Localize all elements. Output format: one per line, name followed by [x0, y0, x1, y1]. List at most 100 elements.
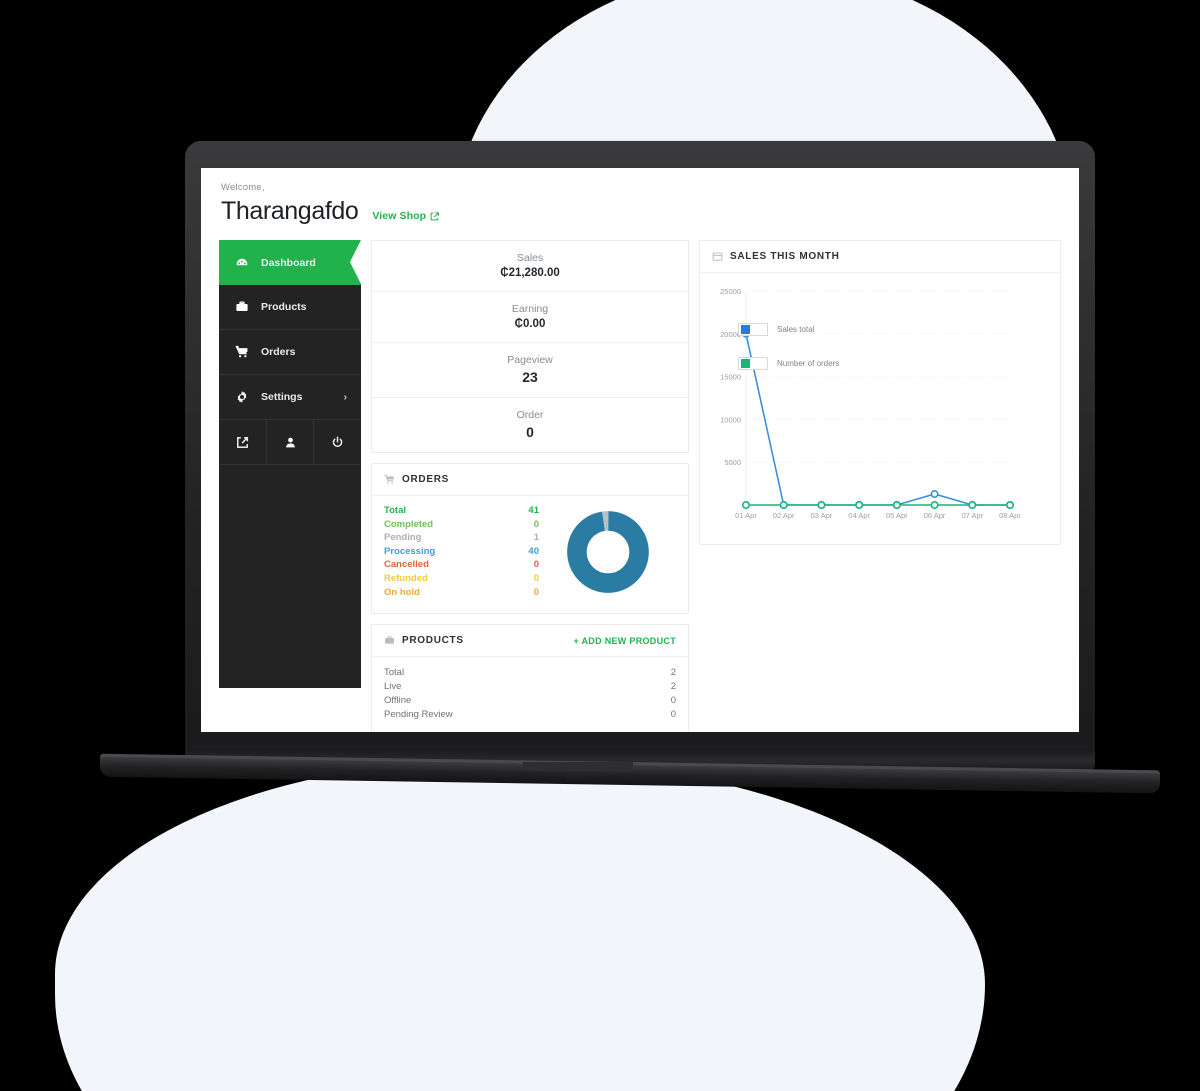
stat-label: Sales — [516, 252, 544, 264]
product-status-row: Pending Review 0 — [372, 708, 688, 722]
order-status-label: Total — [384, 505, 406, 516]
sidebar-item-dashboard[interactable]: Dashboard — [219, 240, 361, 285]
order-status-row: On hold 0 — [384, 586, 539, 600]
product-status-label: Total — [384, 667, 405, 679]
sidebar-item-label: Settings — [261, 391, 303, 403]
cart-icon — [384, 474, 395, 485]
sidebar-item-label: Products — [261, 301, 307, 313]
sidebar-item-orders[interactable]: Orders — [219, 330, 361, 375]
x-axis-tick-label: 04 Apr — [848, 511, 870, 520]
sidebar-item-label: Orders — [261, 346, 296, 358]
screenshot-stage: Welcome, Tharangafdo View Shop Dashboard… — [0, 0, 1200, 1091]
chart-data-point[interactable] — [741, 501, 750, 510]
order-status-label: Pending — [384, 532, 422, 544]
legend-color-swatch — [741, 359, 750, 368]
x-axis-tick-label: 02 Apr — [773, 511, 795, 520]
order-status-row: Cancelled 0 — [384, 558, 539, 572]
stat-order: Order 0 — [372, 398, 688, 452]
order-status-count: 40 — [528, 545, 539, 557]
chart-data-point[interactable] — [930, 490, 939, 499]
sidebar-item-products[interactable]: Products — [219, 285, 361, 330]
stat-value: 23 — [522, 369, 538, 385]
add-new-product-button[interactable]: + ADD NEW PRODUCT — [573, 636, 676, 646]
view-shop-link[interactable]: View Shop — [372, 210, 440, 222]
stat-sales: Sales ₵21,280.00 — [372, 241, 688, 292]
order-status-count: 41 — [528, 505, 539, 516]
stat-label: Pageview — [507, 354, 553, 366]
chart-data-point[interactable] — [817, 501, 826, 510]
chart-data-point[interactable] — [779, 501, 788, 510]
x-axis-tick-label: 05 Apr — [886, 511, 908, 520]
sales-line-chart: 5000 10000 15000 20000 25000 01 Apr 02 Apr 03 A… — [700, 273, 1060, 544]
sidebar: Dashboard Products Orders Settings › — [219, 240, 361, 688]
order-status-row: Refunded 0 — [384, 572, 539, 586]
stat-label: Earning — [511, 303, 549, 315]
product-status-count: 0 — [670, 709, 676, 721]
product-status-row: Live 2 — [372, 680, 688, 694]
page-title: Tharangafdo — [221, 197, 359, 225]
order-status-row: Processing 40 — [384, 545, 539, 559]
product-status-label: Pending Review — [384, 709, 453, 721]
user-icon[interactable] — [267, 420, 315, 464]
stat-value: 0 — [526, 424, 534, 440]
orders-card-header: ORDERS — [372, 464, 688, 496]
order-status-row: Pending 1 — [384, 531, 539, 545]
laptop-mockup: Welcome, Tharangafdo View Shop Dashboard… — [0, 0, 1200, 1091]
legend-label: Sales total — [777, 325, 815, 334]
y-axis-tick-label: 5000 — [724, 458, 741, 467]
x-axis-tick-label: 06 Apr — [924, 511, 946, 520]
x-axis-tick-label: 03 Apr — [811, 511, 833, 520]
external-link-icon[interactable] — [219, 420, 267, 464]
legend-swatch-box — [738, 323, 768, 336]
laptop-base-notch — [523, 762, 633, 771]
right-column: SALES THIS MONTH 5000 10000 15000 20000 2500… — [699, 240, 1061, 732]
gear-icon — [235, 390, 249, 404]
brand-row: Tharangafdo View Shop — [221, 197, 1061, 226]
dashboard-page: Welcome, Tharangafdo View Shop Dashboard… — [201, 168, 1079, 732]
chart-data-point[interactable] — [968, 501, 977, 510]
product-status-count: 2 — [670, 681, 676, 693]
stat-value: ₵21,280.00 — [500, 267, 560, 279]
product-status-row: Total 2 — [372, 666, 688, 680]
sales-chart-card: SALES THIS MONTH 5000 10000 15000 20000 2500… — [699, 240, 1061, 545]
orders-card: ORDERS Total 41 Completed 0 Pending 1 Processi… — [371, 463, 689, 615]
product-status-label: Live — [384, 681, 402, 693]
products-card-title: PRODUCTS — [402, 635, 464, 647]
calendar-icon — [712, 251, 723, 262]
stat-pageview: Pageview 23 — [372, 343, 688, 398]
legend-color-swatch — [741, 325, 750, 334]
legend-item-number-of-orders[interactable]: Number of orders — [738, 357, 839, 370]
stat-label: Order — [516, 409, 544, 421]
chart-data-point[interactable] — [1005, 501, 1014, 510]
sidebar-item-label: Dashboard — [261, 256, 316, 269]
y-axis-tick-label: 10000 — [720, 415, 741, 424]
sidebar-item-settings[interactable]: Settings › — [219, 375, 361, 420]
sales-card-header: SALES THIS MONTH — [700, 241, 1060, 273]
chart-data-point[interactable] — [930, 501, 939, 510]
products-card-body: Total 2 Live 2 Offline 0 Pending Review 0 — [372, 657, 688, 732]
legend-item-sales-total[interactable]: Sales total — [738, 323, 814, 336]
view-shop-label: View Shop — [372, 210, 427, 222]
briefcase-icon — [384, 635, 395, 646]
orders-card-title: ORDERS — [402, 474, 449, 485]
order-status-row: Completed 0 — [384, 518, 539, 532]
order-status-label: Completed — [384, 518, 434, 530]
chart-data-point[interactable] — [855, 501, 864, 510]
sales-card-title: SALES THIS MONTH — [730, 251, 840, 262]
order-status-row: Total 41 — [384, 504, 539, 518]
chevron-right-icon: › — [343, 391, 347, 403]
chart-data-point[interactable] — [892, 501, 901, 510]
order-status-label: On hold — [384, 586, 420, 598]
stat-value: ₵0.00 — [514, 318, 546, 330]
external-link-icon — [430, 211, 440, 220]
x-axis-tick-label: 08 Apr — [999, 511, 1020, 520]
stats-card: Sales ₵21,280.00 Earning ₵0.00 Pageview … — [371, 240, 689, 453]
y-axis-tick-label: 15000 — [720, 373, 741, 382]
power-icon[interactable] — [314, 420, 361, 464]
briefcase-icon — [235, 300, 249, 314]
orders-donut-chart — [539, 504, 676, 599]
laptop-screen: Welcome, Tharangafdo View Shop Dashboard… — [201, 168, 1079, 732]
orders-status-list: Total 41 Completed 0 Pending 1 Processing 40 Can… — [384, 504, 539, 599]
legend-label: Number of orders — [777, 359, 840, 368]
dashboard-icon — [235, 256, 249, 270]
